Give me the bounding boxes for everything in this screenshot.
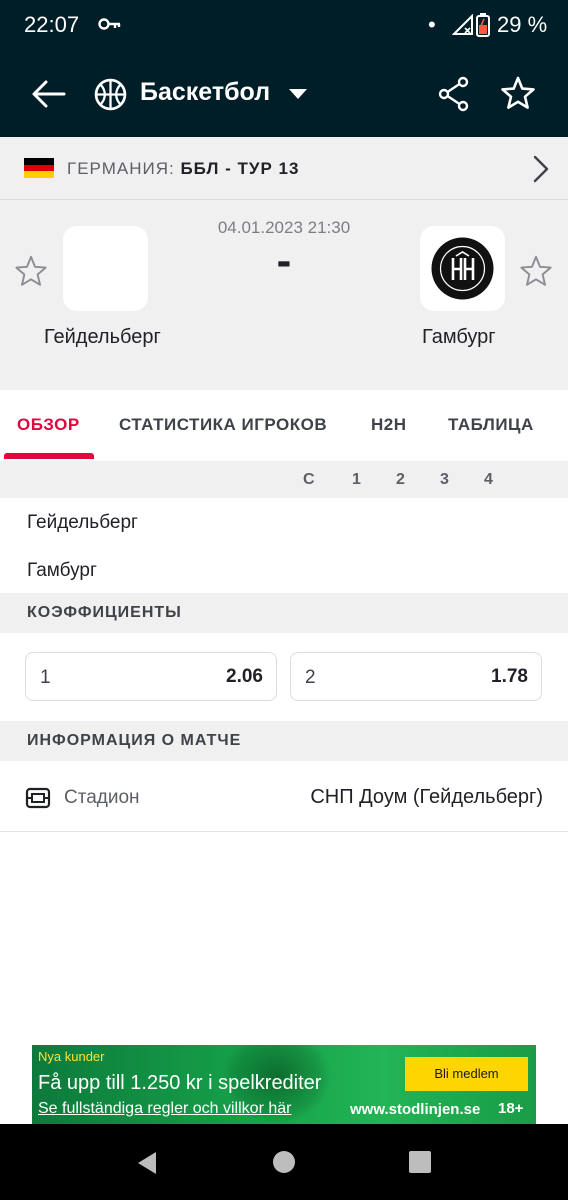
basketball-icon (94, 78, 127, 116)
match-header: 04.01.2023 21:30 - Гейдельберг Гамбург (0, 200, 568, 390)
odds-value: 1.78 (491, 666, 528, 687)
tab-player-stats[interactable]: СТАТИСТИКА ИГРОКОВ (119, 415, 327, 435)
nav-home-icon[interactable] (272, 1150, 296, 1179)
odds-value: 2.06 (226, 666, 263, 687)
league-row[interactable]: ГЕРМАНИЯ: ББЛ - ТУР 13 (0, 137, 568, 200)
stadium-icon (25, 787, 51, 814)
app-bar: Баскетбол (0, 50, 568, 137)
share-icon[interactable] (438, 76, 470, 117)
match-info-header: ИНФОРМАЦИЯ О МАТЧЕ (27, 732, 242, 749)
score-table-header: С 1 2 3 4 (0, 461, 568, 498)
odds-section-header: КОЭФФИЦИЕНТЫ (0, 593, 568, 633)
system-nav-bar (0, 1124, 568, 1200)
ad-url: www.stodlinjen.se (350, 1101, 481, 1118)
tab-standings[interactable]: ТАБЛИЦА (448, 415, 534, 435)
venue-row: Стадион СНП Доум (Гейдельберг) (0, 761, 568, 832)
league-name: ГЕРМАНИЯ: ББЛ - ТУР 13 (67, 159, 299, 179)
home-team-name[interactable]: Гейдельберг (44, 326, 161, 349)
germany-flag-icon (24, 158, 54, 178)
chevron-down-icon[interactable] (288, 87, 308, 105)
column-header: 1 (352, 471, 361, 488)
ad-headline: Få upp till 1.250 kr i spelkrediter (38, 1072, 322, 1094)
league-country: ГЕРМАНИЯ: (67, 159, 175, 178)
away-team-name[interactable]: Гамбург (422, 326, 496, 349)
nav-back-icon[interactable] (134, 1150, 160, 1181)
venue-label: Стадион (64, 787, 140, 808)
column-header: С (303, 471, 315, 488)
ad-banner[interactable]: Nya kunder Få upp till 1.250 kr i spelkr… (32, 1045, 536, 1124)
league-competition: ББЛ - ТУР 13 (180, 159, 300, 178)
column-header: 4 (484, 471, 493, 488)
tab-bar: ОБЗОР СТАТИСТИКА ИГРОКОВ H2H ТАБЛИЦА (0, 390, 568, 461)
notification-dot-icon: • (428, 12, 436, 37)
active-tab-indicator (4, 453, 94, 459)
tab-overview[interactable]: ОБЗОР (17, 415, 80, 435)
vpn-key-icon (98, 14, 122, 39)
battery-icon (476, 13, 490, 42)
ad-terms-link[interactable]: Se fullständiga regler och villkor här (38, 1100, 291, 1118)
chevron-right-icon[interactable] (532, 155, 550, 188)
signal-icon (451, 13, 474, 41)
home-team-logo[interactable] (63, 226, 148, 311)
arrow-left-icon[interactable] (30, 76, 66, 117)
status-time: 22:07 (24, 12, 80, 37)
odds-button-away[interactable]: 2 1.78 (290, 652, 542, 701)
ad-tagline: Nya kunder (38, 1049, 105, 1064)
column-header: 2 (396, 471, 405, 488)
odds-button-home[interactable]: 1 2.06 (25, 652, 277, 701)
star-icon[interactable] (500, 75, 536, 116)
nav-recents-icon[interactable] (408, 1150, 432, 1179)
ad-cta-button[interactable]: Bli medlem (405, 1057, 528, 1091)
ad-age-limit: 18+ (498, 1100, 524, 1117)
venue-value: СНП Доум (Гейдельберг) (310, 786, 543, 808)
away-favorite-star-icon[interactable] (519, 254, 553, 293)
match-info-section-header: ИНФОРМАЦИЯ О МАТЧЕ (0, 721, 568, 761)
odds-label: 2 (305, 667, 316, 688)
column-header: 3 (440, 471, 449, 488)
home-favorite-star-icon[interactable] (14, 254, 48, 293)
away-team-logo[interactable] (420, 226, 505, 311)
tab-h2h[interactable]: H2H (371, 415, 407, 435)
sport-title[interactable]: Баскетбол (140, 78, 270, 107)
odds-header: КОЭФФИЦИЕНТЫ (27, 604, 182, 621)
score-row-away[interactable]: Гамбург (27, 560, 97, 582)
status-bar: 22:07 • 29 % (0, 0, 568, 50)
odds-label: 1 (40, 667, 51, 688)
battery-percent: 29 % (497, 12, 548, 37)
score-row-home[interactable]: Гейдельберг (27, 512, 138, 534)
